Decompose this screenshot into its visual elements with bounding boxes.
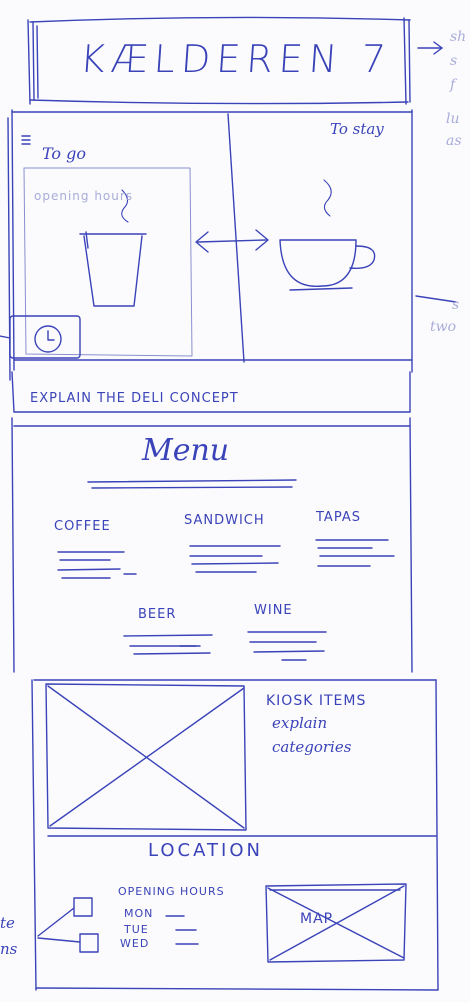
kiosk-text-line-1: KIOSK ITEMS — [266, 693, 367, 709]
margin-note-left-2: ns — [0, 940, 18, 958]
page-title: KÆLDEREN 7 — [78, 37, 394, 81]
checkbox-1[interactable] — [74, 898, 92, 916]
menu-category-sandwich[interactable]: SANDWICH — [184, 514, 265, 527]
margin-note-right-2: s — [450, 53, 458, 69]
menu-category-tapas[interactable]: TAPAS — [316, 511, 361, 524]
margin-note-right-3: f — [450, 77, 456, 93]
opening-hours-label: OPENING HOURS — [118, 885, 225, 898]
to-go-label[interactable]: To go — [42, 146, 86, 162]
day-wed: WED — [120, 937, 150, 950]
to-go-cup-icon[interactable] — [80, 232, 146, 308]
day-mon: MON — [124, 907, 154, 920]
kiosk-image-placeholder — [46, 684, 246, 830]
menu-category-wine[interactable]: WINE — [254, 604, 293, 617]
margin-note-right-7: two — [430, 319, 457, 335]
menu-title: Menu — [142, 433, 230, 468]
margin-note-right-1: sh — [450, 29, 467, 45]
opening-hours-faint: opening hours — [34, 189, 134, 203]
to-stay-cup-icon[interactable] — [280, 238, 376, 290]
location-title: LOCATION — [148, 840, 263, 861]
day-tue: TUE — [124, 923, 149, 936]
kiosk-text-line-3: categories — [272, 738, 352, 756]
concept-text: EXPLAIN THE DELI CONCEPT — [30, 391, 239, 406]
swap-arrow-icon — [196, 230, 268, 254]
map-label[interactable]: MAP — [300, 912, 333, 926]
kiosk-text-line-2: explain — [272, 714, 328, 732]
margin-note-right-6: s — [452, 297, 460, 313]
margin-note-right-4: lu — [446, 111, 460, 127]
hamburger-menu-icon[interactable] — [20, 132, 32, 146]
margin-note-right-5: as — [446, 133, 462, 149]
to-stay-label[interactable]: To stay — [330, 122, 384, 137]
menu-category-beer[interactable]: BEER — [138, 608, 176, 621]
clock-icon[interactable] — [10, 316, 80, 358]
margin-note-left-1: te — [0, 914, 15, 932]
menu-category-coffee[interactable]: COFFEE — [54, 520, 111, 533]
checkbox-2[interactable] — [80, 934, 98, 952]
